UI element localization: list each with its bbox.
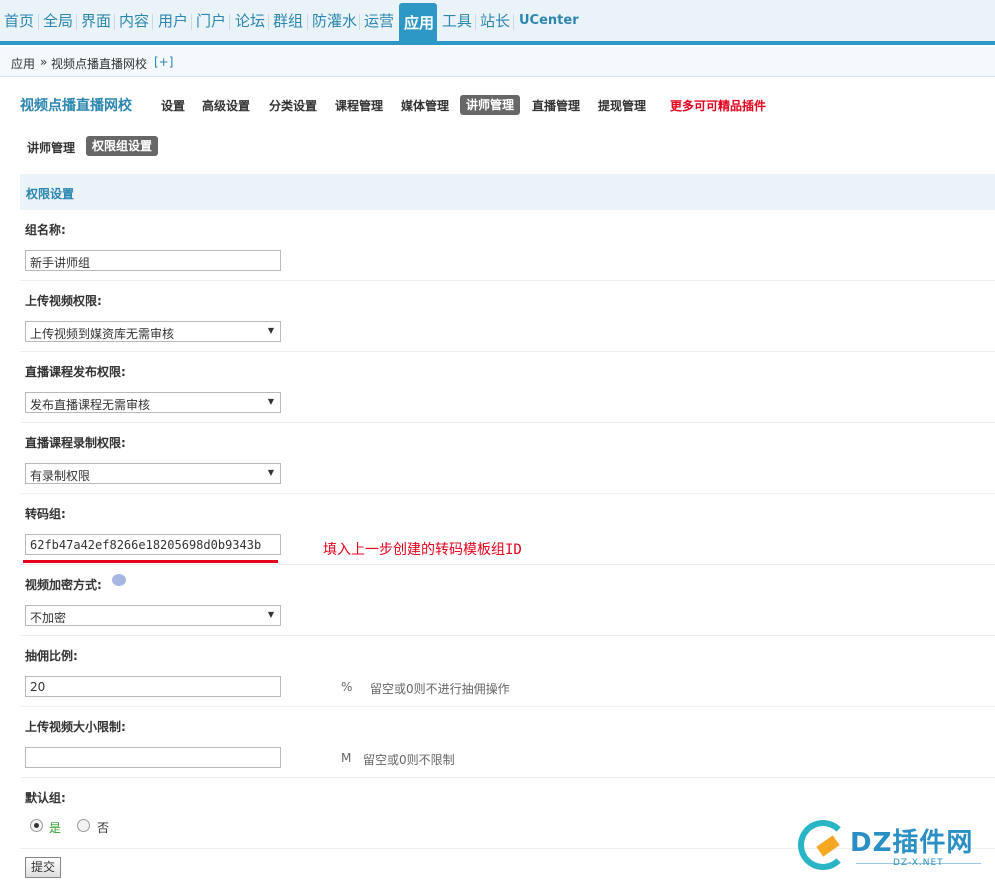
breadcrumb-current: 视频点播直播网校 [51, 57, 148, 71]
topnav-item-global[interactable]: 全局 [43, 10, 73, 31]
live-record-value: 有录制权限 [30, 469, 91, 483]
submit-button[interactable]: 提交 [25, 857, 61, 878]
topnav-item-ucenter[interactable]: UCenter [519, 13, 579, 28]
plugin-tab-live[interactable]: 直播管理 [532, 97, 580, 114]
top-nav: 首页 全局 界面 内容 用户 门户 论坛 群组 防灌水 运营 应用 工具 站长 … [0, 0, 995, 45]
commission-unit: % [341, 680, 353, 694]
plugin-tab-settings[interactable]: 设置 [161, 97, 185, 114]
divider [191, 14, 192, 30]
divider [20, 422, 995, 423]
transcode-label: 转码组: [25, 507, 66, 521]
live-publish-label: 直播课程发布权限: [25, 365, 126, 379]
upload-limit-input[interactable] [25, 747, 281, 768]
live-record-label: 直播课程录制权限: [25, 436, 126, 450]
watermark-logo: DZ插件网 DZ-X.NET [798, 818, 988, 878]
topnav-item-founder[interactable]: 站长 [480, 10, 510, 31]
sub-nav: 讲师管理 权限组设置 [0, 136, 300, 158]
divider [20, 493, 995, 494]
plugin-title[interactable]: 视频点播直播网校 [20, 95, 132, 115]
dropdown-arrow-icon: ▼ [267, 468, 274, 477]
topnav-item-operation[interactable]: 运营 [364, 10, 394, 31]
live-record-select[interactable]: 有录制权限 ▼ [25, 463, 281, 484]
dropdown-arrow-icon: ▼ [267, 326, 274, 335]
divider [20, 706, 995, 707]
section-title: 权限设置 [26, 187, 75, 201]
plugin-tab-course[interactable]: 课程管理 [335, 97, 383, 114]
breadcrumb-root[interactable]: 应用 [11, 55, 35, 72]
topnav-item-style[interactable]: 界面 [81, 10, 111, 31]
topnav-item-app-label: 应用 [404, 14, 435, 32]
topnav-item-antispam[interactable]: 防灌水 [312, 10, 357, 31]
upload-limit-hint: 留空或0则不限制 [363, 753, 455, 767]
live-publish-value: 发布直播课程无需审核 [30, 398, 151, 412]
topnav-item-portal[interactable]: 门户 [196, 10, 226, 31]
dropdown-arrow-icon: ▼ [267, 610, 274, 619]
upload-limit-label: 上传视频大小限制: [25, 720, 126, 734]
annotation-underline [23, 560, 278, 563]
divider [359, 14, 360, 30]
breadcrumb: 应用 » 视频点播直播网校 [+] [0, 47, 995, 77]
divider [152, 14, 153, 30]
divider [20, 635, 995, 636]
commission-input[interactable]: 20 [25, 676, 281, 697]
watermark-brand: DZ插件网 [850, 828, 974, 858]
divider [475, 14, 476, 30]
plugin-tab-advanced[interactable]: 高级设置 [202, 97, 250, 114]
topnav-item-app[interactable]: 应用 [399, 3, 437, 41]
subtab-permission-group[interactable]: 权限组设置 [86, 136, 159, 156]
topnav-item-home[interactable]: 首页 [4, 10, 34, 31]
topnav-item-content[interactable]: 内容 [119, 10, 149, 31]
divider [20, 777, 995, 778]
commission-hint: 留空或0则不进行抽佣操作 [370, 682, 510, 696]
breadcrumb-separator: » [40, 55, 48, 69]
divider [268, 14, 269, 30]
encrypt-value: 不加密 [30, 611, 67, 625]
topnav-item-group[interactable]: 群组 [273, 10, 303, 31]
default-yes-label[interactable]: 是 [49, 819, 61, 836]
plugin-tab-media[interactable]: 媒体管理 [401, 97, 449, 114]
topnav-item-forum[interactable]: 论坛 [235, 10, 265, 31]
default-group-label: 默认组: [25, 791, 66, 805]
group-name-input[interactable]: 新手讲师组 [25, 250, 281, 271]
annotation-text: 填入上一步创建的转码模板组ID [323, 542, 522, 558]
divider [76, 14, 77, 30]
group-name-label: 组名称: [25, 223, 66, 237]
divider [20, 280, 995, 281]
commission-label: 抽佣比例: [25, 649, 78, 663]
divider [38, 14, 39, 30]
upload-perm-value: 上传视频到媒资库无需审核 [30, 327, 175, 341]
divider [20, 564, 995, 565]
divider [20, 351, 995, 352]
plugin-tab-teacher[interactable]: 讲师管理 [460, 95, 521, 115]
add-shortcut-link[interactable]: [+] [154, 55, 173, 69]
upload-perm-label: 上传视频权限: [25, 294, 102, 308]
dropdown-arrow-icon: ▼ [267, 397, 274, 406]
encrypt-select[interactable]: 不加密 ▼ [25, 605, 281, 626]
divider [114, 14, 115, 30]
encrypt-label: 视频加密方式: [25, 578, 102, 592]
divider [307, 14, 308, 30]
divider [513, 14, 514, 30]
upload-perm-select[interactable]: 上传视频到媒资库无需审核 ▼ [25, 321, 281, 342]
plugin-tab-category[interactable]: 分类设置 [269, 97, 317, 114]
plugin-tab-withdraw[interactable]: 提现管理 [598, 97, 646, 114]
section-header: 权限设置 [20, 174, 995, 210]
topnav-item-user[interactable]: 用户 [158, 10, 188, 31]
upload-limit-unit: M [341, 751, 352, 765]
watermark-sub: DZ-X.NET [893, 858, 944, 868]
default-no-radio[interactable] [77, 819, 90, 832]
default-yes-radio[interactable] [30, 819, 43, 832]
subtab-teacher-manage[interactable]: 讲师管理 [27, 139, 75, 156]
topnav-item-tools[interactable]: 工具 [442, 10, 472, 31]
more-plugins-link[interactable]: 更多可可精品插件 [670, 97, 766, 114]
transcode-input[interactable]: 62fb47a42ef8266e18205698d0b9343b [25, 534, 281, 555]
plugin-nav: 视频点播直播网校 设置 高级设置 分类设置 课程管理 媒体管理 讲师管理 直播管… [0, 92, 995, 118]
help-icon[interactable] [112, 574, 126, 586]
default-no-label[interactable]: 否 [97, 819, 109, 836]
live-publish-select[interactable]: 发布直播课程无需审核 ▼ [25, 392, 281, 413]
divider [229, 14, 230, 30]
